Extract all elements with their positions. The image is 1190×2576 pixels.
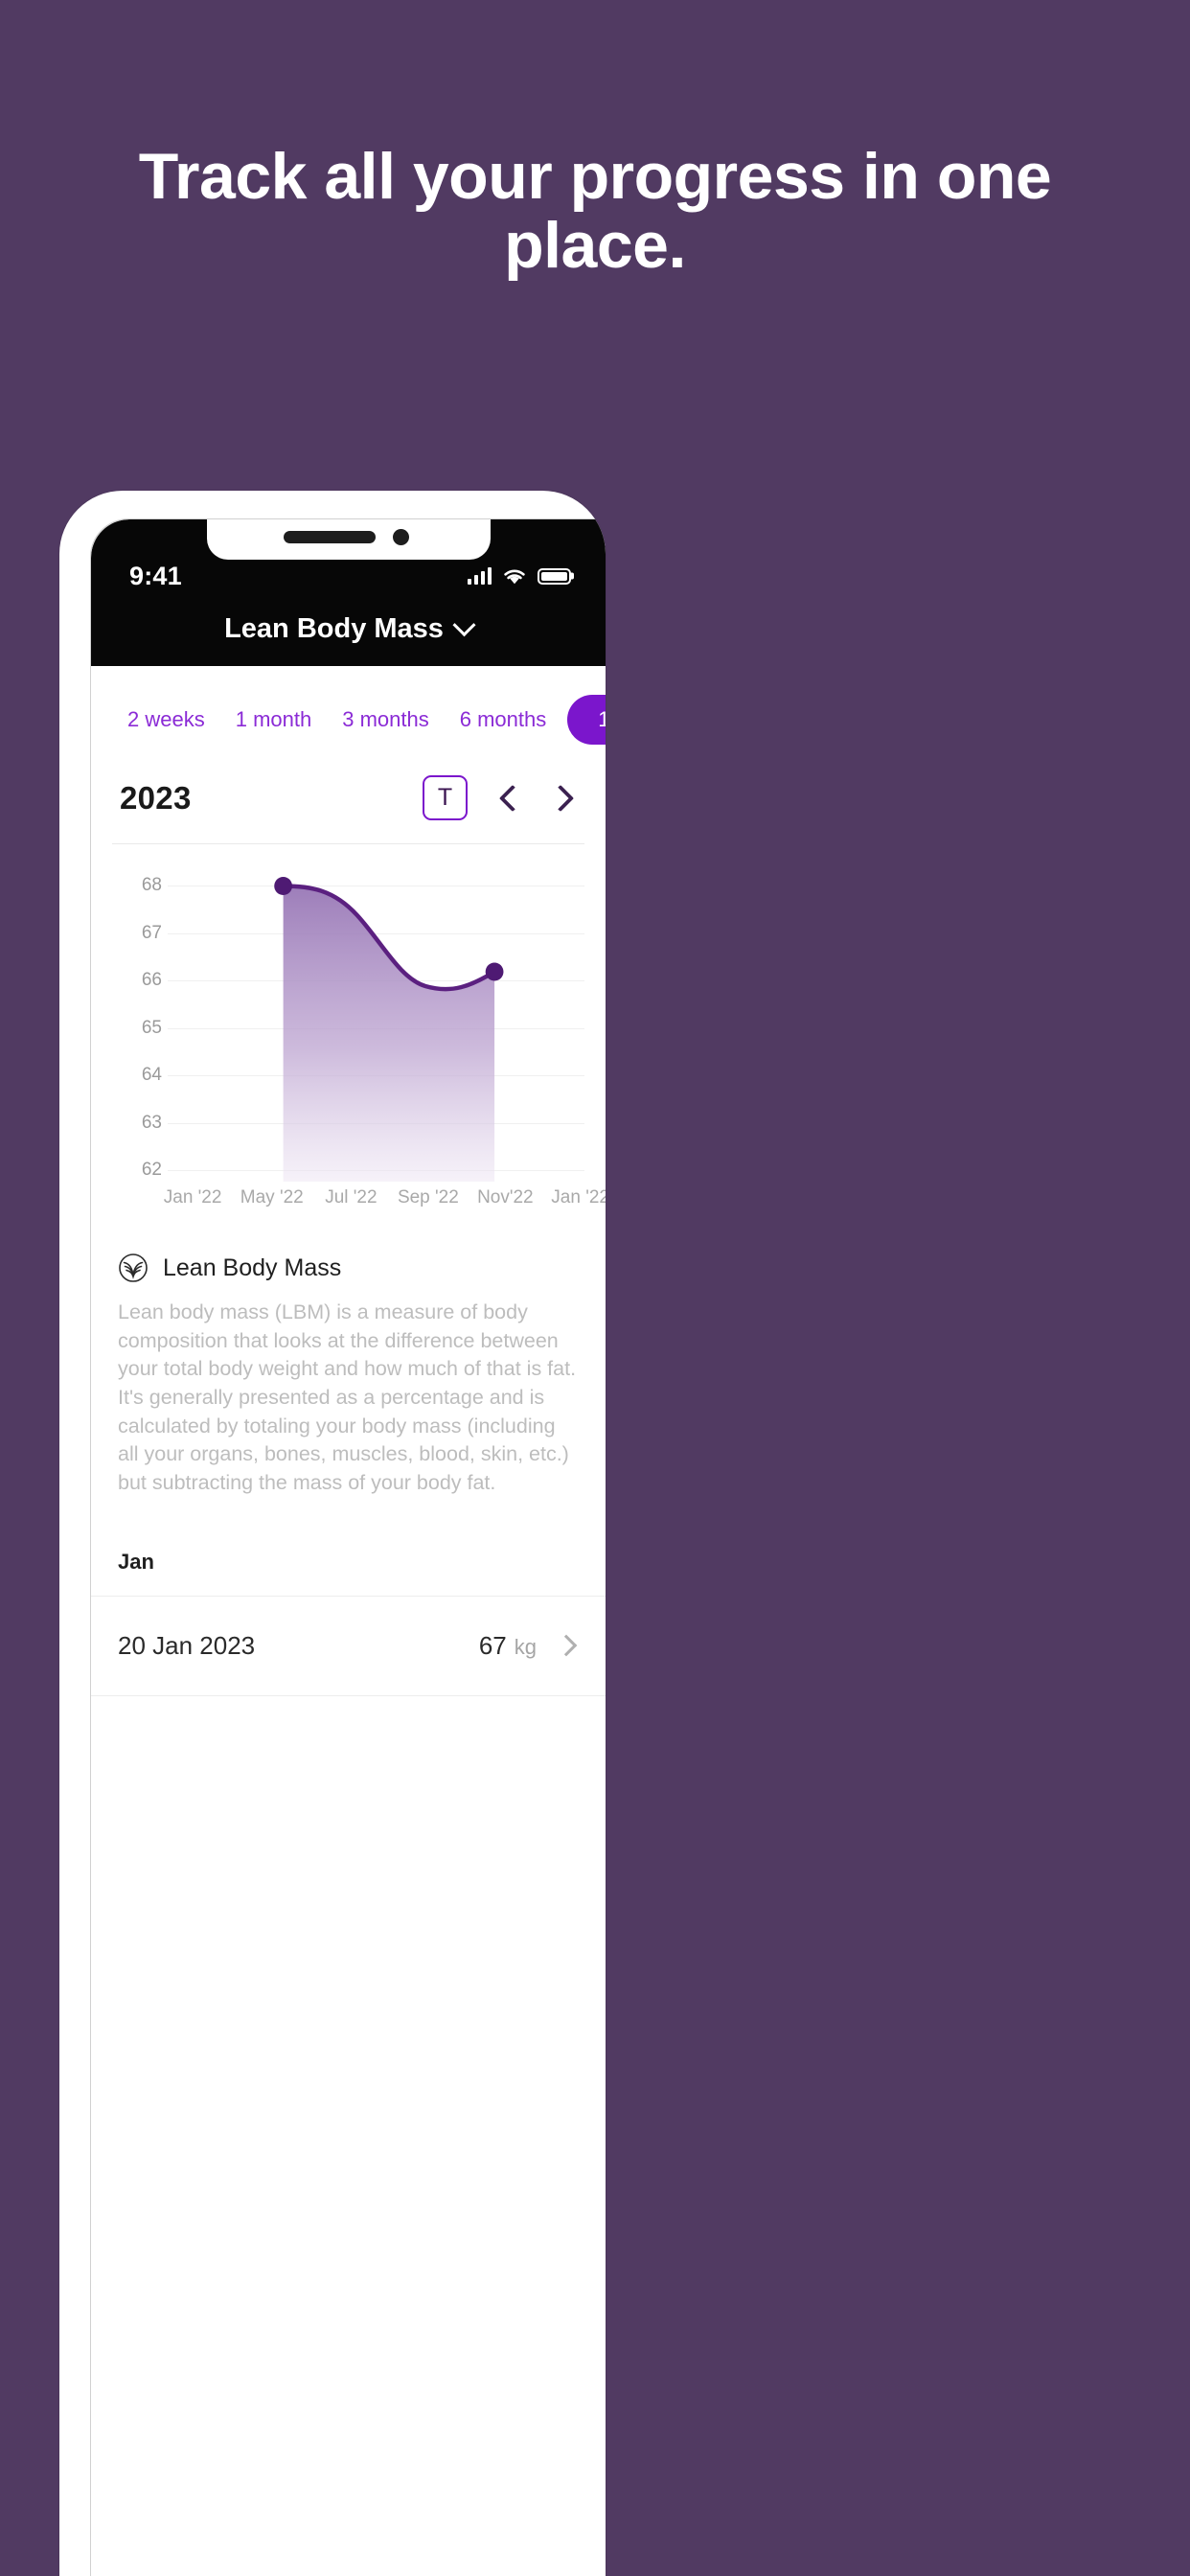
x-tick: May '22 <box>240 1187 304 1208</box>
y-tick: 62 <box>141 1160 162 1181</box>
chart-marker-start <box>274 877 293 895</box>
description-body: Lean body mass (LBM) is a measure of bod… <box>118 1300 577 1494</box>
year-navigation: 2023 T <box>91 770 606 843</box>
phone-top-bar: 9:41 Lean Body Mass <box>91 519 606 666</box>
x-tick: Jul '22 <box>325 1187 378 1208</box>
list-month-header: Jan <box>118 1549 154 1574</box>
row-unit: kg <box>514 1634 537 1659</box>
row-value-group: 67 kg <box>479 1631 581 1661</box>
chevron-right-icon[interactable] <box>560 1635 581 1656</box>
table-view-icon[interactable]: T <box>423 775 468 820</box>
y-tick: 64 <box>141 1065 162 1086</box>
chart-marker-end <box>485 962 504 981</box>
measurements-list: Jan 20 Jan 2023 67 kg <box>91 1516 606 1696</box>
divider <box>91 1694 606 1696</box>
lean-body-mass-logo-icon <box>119 1254 148 1282</box>
chart-area-fill <box>283 886 495 1182</box>
nav-title-label: Lean Body Mass <box>224 613 444 644</box>
filter-1-year[interactable]: 1 year <box>567 695 606 745</box>
battery-full-icon <box>538 567 571 585</box>
wifi-icon <box>504 569 525 584</box>
area-chart: 68 67 66 65 64 63 62 <box>112 865 584 1182</box>
nav-bar[interactable]: Lean Body Mass <box>91 613 606 645</box>
chart-plot-area <box>168 865 584 1182</box>
y-tick: 68 <box>141 875 162 896</box>
y-tick: 66 <box>141 970 162 991</box>
chevron-right-icon[interactable] <box>550 784 579 813</box>
year-label: 2023 <box>120 779 192 816</box>
description-section: Lean Body Mass Lean body mass (LBM) is a… <box>91 1228 606 1517</box>
year-controls: T <box>423 775 579 820</box>
filter-3-months[interactable]: 3 months <box>327 696 445 744</box>
y-tick: 65 <box>141 1017 162 1038</box>
chevron-down-icon[interactable] <box>452 613 476 637</box>
y-tick: 63 <box>141 1112 162 1133</box>
phone-screen: 9:41 Lean Body Mass 2 weeks 1 month 3 mo… <box>91 519 606 2576</box>
description-title: Lean Body Mass <box>163 1254 342 1281</box>
row-value: 67 <box>478 1630 507 1660</box>
x-tick: Jan '22 <box>163 1187 222 1208</box>
status-bar: 9:41 <box>91 556 606 596</box>
chart-container: 68 67 66 65 64 63 62 Jan '22 May '22 Jul… <box>91 844 606 1228</box>
x-tick: Jan '22 <box>551 1187 606 1208</box>
y-tick: 67 <box>141 922 162 943</box>
phone-mockup: 9:41 Lean Body Mass 2 weeks 1 month 3 mo… <box>59 491 606 2576</box>
notch <box>206 519 491 560</box>
filter-1-month[interactable]: 1 month <box>220 696 328 744</box>
promo-screen: Track all your progress in one place. 9:… <box>0 0 1190 2576</box>
x-tick: Nov'22 <box>477 1187 534 1208</box>
speaker-icon <box>283 531 376 543</box>
chevron-left-icon[interactable] <box>494 784 523 813</box>
row-date: 20 Jan 2023 <box>118 1630 256 1660</box>
x-tick: Sep '22 <box>397 1187 459 1208</box>
x-axis-labels: Jan '22 May '22 Jul '22 Sep '22 Nov'22 J… <box>164 1182 606 1226</box>
filter-2-weeks[interactable]: 2 weeks <box>112 696 220 744</box>
description-header: Lean Body Mass <box>118 1253 579 1283</box>
status-time: 9:41 <box>129 561 182 590</box>
filter-6-months[interactable]: 6 months <box>445 696 562 744</box>
front-camera-icon <box>392 529 409 545</box>
page-title: Track all your progress in one place. <box>138 140 1052 283</box>
table-row[interactable]: 20 Jan 2023 67 kg <box>91 1597 606 1695</box>
y-axis-labels: 68 67 66 65 64 63 62 <box>112 865 162 1182</box>
status-indicators <box>467 567 571 586</box>
cellular-bars-icon <box>467 567 492 585</box>
range-filter-tabs: 2 weeks 1 month 3 months 6 months 1 year <box>91 666 606 770</box>
